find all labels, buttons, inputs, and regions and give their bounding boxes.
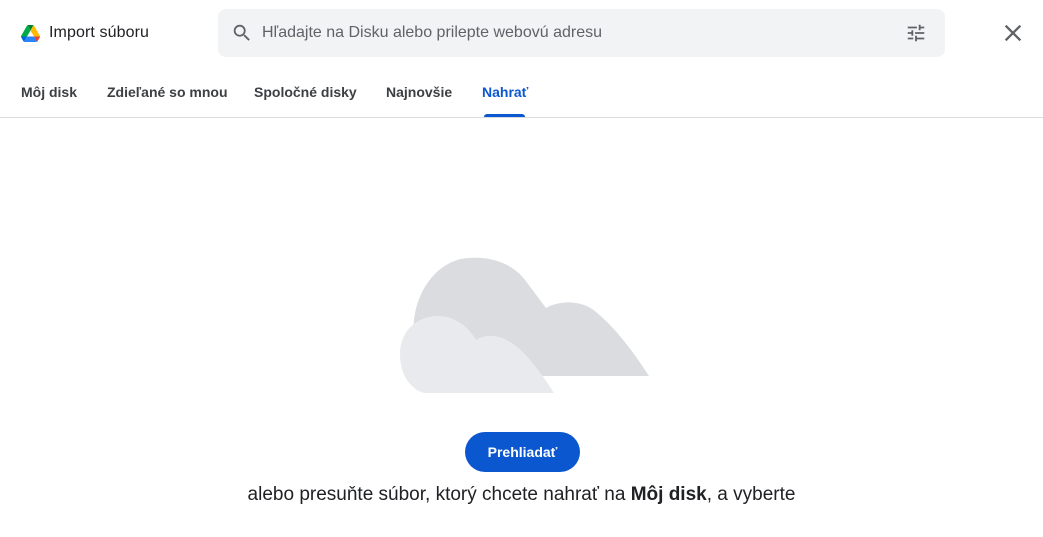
drop-text-start: alebo presuňte súbor, ktorý chcete nahra… <box>247 484 631 505</box>
search-icon <box>233 24 250 41</box>
tab-shared-drives[interactable]: Spoločné disky <box>254 66 357 117</box>
tab-recent[interactable]: Najnovšie <box>386 66 452 117</box>
brand: Import súboru <box>21 20 149 46</box>
active-tab-indicator <box>484 114 525 117</box>
tune-icon[interactable] <box>905 22 927 44</box>
dialog-header: Import súboru <box>0 0 1043 66</box>
search-input[interactable] <box>262 9 882 57</box>
drop-text-end: , a vyberte <box>706 484 796 505</box>
drop-text-destination: Môj disk <box>630 484 707 505</box>
tab-my-drive[interactable]: Môj disk <box>21 66 77 117</box>
browse-button[interactable]: Prehliadať <box>465 432 580 472</box>
tab-upload[interactable]: Nahrať <box>482 66 528 117</box>
close-icon[interactable] <box>999 19 1027 47</box>
cloud-illustration-icon <box>400 257 649 393</box>
google-drive-logo-icon <box>21 24 40 42</box>
dialog-title: Import súboru <box>49 24 150 41</box>
tab-bar: Môj disk Zdieľané so mnou Spoločné disky… <box>0 66 1043 118</box>
search-bar[interactable] <box>218 9 945 57</box>
drop-instructions: alebo presuňte súbor, ktorý chcete nahra… <box>0 484 1043 506</box>
tab-shared-with-me[interactable]: Zdieľané so mnou <box>107 66 228 117</box>
